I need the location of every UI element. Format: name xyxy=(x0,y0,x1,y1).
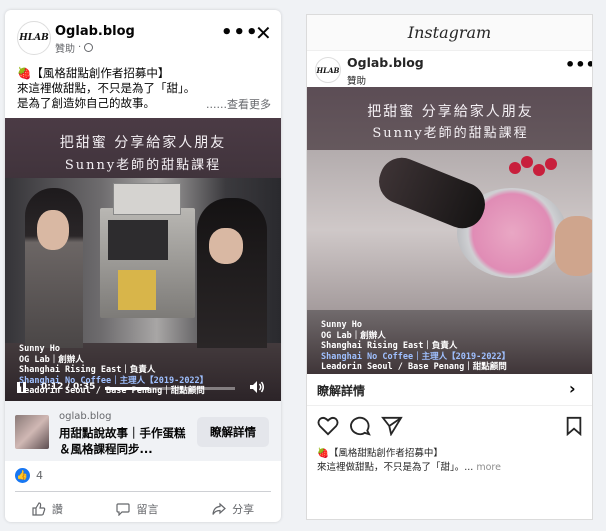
microwave-image xyxy=(113,183,181,215)
credit-line: Sunny Ho xyxy=(19,344,60,354)
thumbs-up-icon xyxy=(32,502,46,516)
reaction-summary[interactable]: 👍 4 xyxy=(15,468,43,483)
cta-thumbnail xyxy=(15,415,49,449)
share-label: 分享 xyxy=(232,503,255,516)
more-options-icon[interactable]: ••• xyxy=(221,24,259,42)
like-button[interactable]: 讚 xyxy=(32,497,63,521)
cta-site-domain: oglab.blog xyxy=(59,411,112,422)
facebook-ad-card: HLAB Oglab.blog 贊助 · ••• ✕ 🍓【風格甜點創作者招募中】… xyxy=(5,10,281,522)
video-subtitle: Sunny老師的甜點課程 xyxy=(372,126,529,141)
chevron-right-icon: › xyxy=(569,379,576,398)
ig-video[interactable]: 把甜蜜 分享給家人朋友 Sunny老師的甜點課程 Sunny Ho OG Lab… xyxy=(307,87,592,374)
divider xyxy=(15,491,271,492)
credit-line: Shanghai No Coffee｜主理人【2019-2022】 xyxy=(321,351,511,362)
ig-page-name[interactable]: Oglab.blog xyxy=(347,55,424,70)
video-subtitle: Sunny老師的甜點課程 xyxy=(64,158,222,173)
oven-image xyxy=(100,208,195,318)
video-title: 把甜蜜 分享給家人朋友 xyxy=(59,135,227,151)
like-icon: 👍 xyxy=(15,468,30,483)
share-icon xyxy=(212,502,227,515)
credit-line: OG Lab｜創辦人 xyxy=(19,354,84,365)
learn-more-label: 瞭解詳情 xyxy=(317,384,366,398)
heart-icon[interactable] xyxy=(317,416,339,436)
ig-action-bar xyxy=(317,416,585,438)
post-line: 來這裡做甜點，不只是為了「甜」。 xyxy=(17,81,196,95)
video-frame-kitchen xyxy=(5,178,281,348)
fb-post-header: HLAB Oglab.blog 贊助 · ••• ✕ xyxy=(5,10,281,60)
pause-icon[interactable] xyxy=(17,382,27,393)
close-icon[interactable]: ✕ xyxy=(255,23,272,43)
dot-separator: · xyxy=(78,42,82,53)
reaction-count: 4 xyxy=(36,469,43,482)
fb-link-cta[interactable]: oglab.blog 用甜點說故事｜手作蛋糕＆風格課程同步... 瞭解詳情 xyxy=(5,401,281,461)
video-frame-mixing xyxy=(307,150,592,310)
video-controls: 0:12 / 0:35 xyxy=(5,373,281,401)
see-more-link[interactable]: ......查看更多 xyxy=(206,96,271,112)
video-credits: Sunny Ho OG Lab｜創辦人 Shanghai Rising East… xyxy=(321,320,510,373)
comment-label: 留言 xyxy=(136,503,159,516)
post-line: 🍓【風格甜點創作者招募中】 xyxy=(17,66,170,80)
volume-icon[interactable] xyxy=(249,380,265,394)
ig-page-logo[interactable]: HLAB xyxy=(315,57,341,83)
strawberries-image xyxy=(505,152,565,182)
video-progress-bar[interactable] xyxy=(105,387,235,390)
woman-figure xyxy=(25,188,83,348)
share-button[interactable]: 分享 xyxy=(212,497,254,521)
more-options-icon[interactable]: ••• xyxy=(565,57,592,73)
video-time: 0:12 / 0:35 xyxy=(41,382,96,392)
instagram-header: Instagram xyxy=(307,15,592,51)
like-label: 讚 xyxy=(51,503,63,516)
man-figure xyxy=(197,198,267,348)
video-progress-fill xyxy=(105,387,150,390)
credit-line: Sunny Ho xyxy=(321,320,362,330)
fb-video[interactable]: 把甜蜜 分享給家人朋友 Sunny老師的甜點課程 Sunny Ho OG Lab… xyxy=(5,118,281,401)
ig-sponsored-label: 贊助 xyxy=(347,76,367,87)
comment-icon[interactable] xyxy=(349,416,371,436)
comment-button[interactable]: 留言 xyxy=(116,497,158,521)
credit-line: Leadorin Seoul / Base Penang｜甜點顧問 xyxy=(321,362,507,372)
sponsored-text: 贊助 xyxy=(55,44,75,55)
fb-sponsored-label: 贊助 · xyxy=(55,40,94,55)
globe-icon xyxy=(84,43,94,52)
comment-icon xyxy=(116,503,131,516)
gloved-hand-image xyxy=(372,151,492,235)
send-icon[interactable] xyxy=(381,416,403,436)
credit-line: OG Lab｜創辦人 xyxy=(321,330,386,341)
ig-caption: 🍓【風格甜點創作者招募中】 來這裡做甜點，不只是為了「甜」。... more xyxy=(317,447,587,475)
fb-page-logo[interactable]: HLAB xyxy=(17,21,51,55)
cta-title: 用甜點說故事｜手作蛋糕＆風格課程同步... xyxy=(59,426,186,456)
credit-line: Shanghai Rising East｜負責人 xyxy=(321,341,458,351)
learn-more-button[interactable]: 瞭解詳情 xyxy=(197,417,269,447)
ig-learn-more-bar[interactable]: 瞭解詳情 › xyxy=(307,374,592,406)
caption-line: 來這裡做甜點，不只是為了「甜」。... xyxy=(317,462,474,473)
caption-more-link[interactable]: more xyxy=(476,462,501,473)
bookmark-icon[interactable] xyxy=(565,416,583,436)
fb-action-bar: 讚 留言 分享 xyxy=(5,497,281,521)
fb-page-name[interactable]: Oglab.blog xyxy=(55,24,135,39)
instagram-ad-card: Instagram HLAB Oglab.blog 贊助 ••• 把甜蜜 分享給… xyxy=(306,14,593,520)
arm-image xyxy=(555,216,592,276)
caption-line: 🍓【風格甜點創作者招募中】 xyxy=(317,448,443,459)
video-title: 把甜蜜 分享給家人朋友 xyxy=(367,104,534,120)
